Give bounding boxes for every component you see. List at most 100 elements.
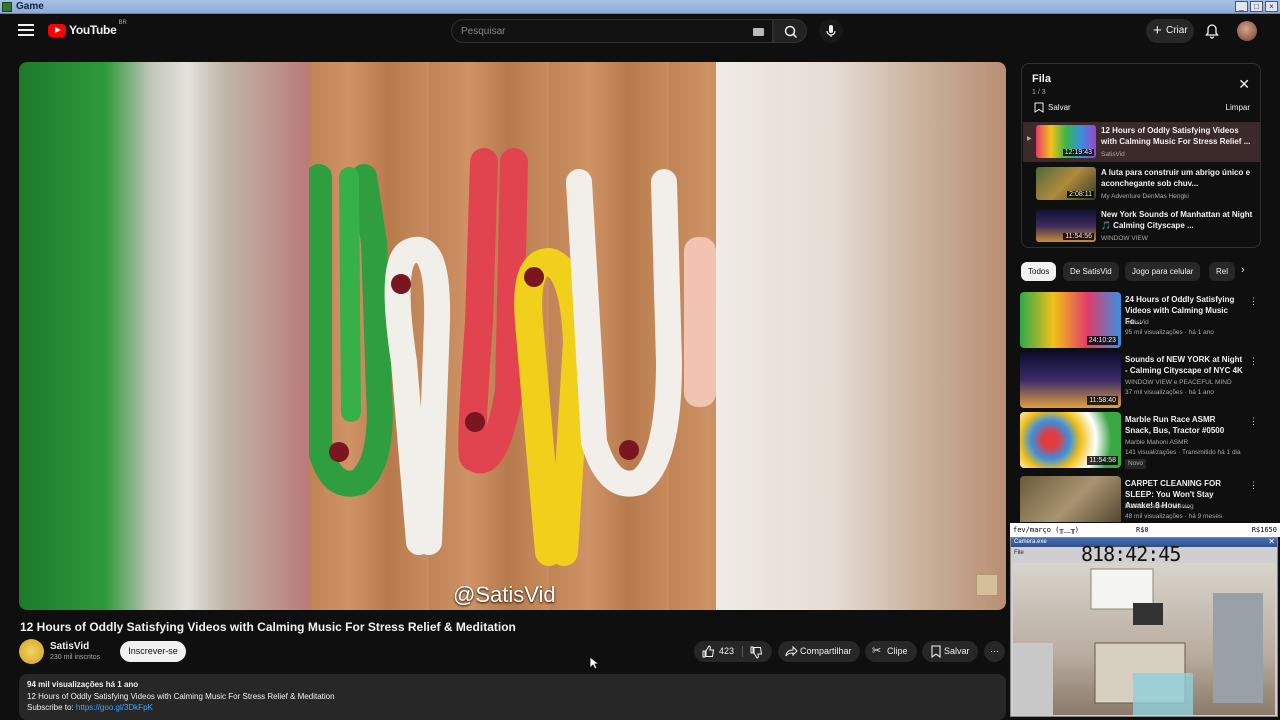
new-badge: Novo (1125, 459, 1147, 469)
voice-search-button[interactable] (819, 19, 843, 43)
recommendation-channel: SatisVid (1125, 319, 1149, 326)
clip-button[interactable]: ✂ Clipe (865, 641, 917, 662)
queue-thumbnail: 2:08:11 (1036, 167, 1096, 200)
chip-from-channel[interactable]: De SatisVid (1063, 262, 1119, 281)
queue-item-channel: SatisVid (1101, 151, 1125, 158)
recommendation-channel: WINDOW VIEW e PEACEFUL MIND (1125, 379, 1232, 386)
queue-save-button[interactable]: Salvar (1034, 102, 1071, 113)
recommendation-item[interactable]: 11:58:40 Sounds of NEW YORK at Night - C… (1020, 352, 1260, 410)
recommendation-meta: Master Carpet Cleaning 48 mil visualizaçõ… (1125, 502, 1247, 522)
notifications-bell-icon[interactable] (1203, 22, 1221, 40)
recommendation-duration: 11:58:40 (1087, 396, 1118, 405)
now-playing-icon: ▶ (1027, 136, 1032, 142)
subscribe-link[interactable]: https://goo.gl/3DkFpK (76, 703, 153, 712)
youtube-logo[interactable]: YouTube BR (48, 20, 127, 37)
subscribe-link-line: Subscribe to: https://goo.gl/3DkFpK (27, 702, 998, 714)
queue-panel: Fila 1 / 3 ✕ Salvar Limpar ▶ 12:19:43 12… (1021, 63, 1261, 248)
plus-icon: + (1153, 22, 1162, 39)
save-button[interactable]: Salvar (922, 641, 978, 662)
close-queue-icon[interactable]: ✕ (1238, 76, 1250, 93)
overlay-goal-target: R$1650 (1251, 526, 1277, 534)
camera-window[interactable]: Camera.exe ✕ File 818:42:45 (1010, 537, 1278, 717)
camera-file-menu[interactable]: File (1014, 550, 1024, 556)
minimize-button[interactable]: _ (1235, 1, 1248, 12)
video-watermark: @SatisVid (453, 582, 556, 607)
queue-thumbnail: 11:54:56 (1036, 209, 1096, 242)
dislike-icon[interactable] (750, 646, 763, 659)
clay-tubes-image (306, 148, 716, 566)
video-frame (306, 62, 716, 610)
share-icon (785, 645, 798, 657)
recommendation-item[interactable]: CARPET CLEANING FOR SLEEP: You Won't Sta… (1020, 476, 1260, 522)
search-input[interactable]: Pesquisar (451, 19, 773, 43)
microphone-icon (826, 25, 836, 37)
recommendation-meta: WINDOW VIEW e PEACEFUL MIND 37 mil visual… (1125, 378, 1247, 398)
recommendation-stats: 48 mil visualizações · há 9 meses (1125, 513, 1223, 520)
close-window-button[interactable]: × (1265, 1, 1278, 12)
recommendation-item[interactable]: 24:10:23 24 Hours of Oddly Satisfying Vi… (1020, 292, 1260, 350)
blurred-background-left (19, 62, 309, 610)
keyboard-icon[interactable] (753, 28, 764, 36)
chip-mobile-game[interactable]: Jogo para celular (1125, 262, 1201, 281)
overlay-goal-label: fev/março (╥﹏╥) (1013, 526, 1080, 534)
more-options-icon[interactable]: ⋮ (1249, 356, 1258, 367)
branding-icon[interactable] (976, 574, 998, 596)
more-actions-icon[interactable]: ⋯ (984, 641, 1005, 662)
queue-item[interactable]: 2:08:11 A luta para construir um abrigo … (1023, 164, 1260, 204)
queue-item-title: New York Sounds of Manhattan at Night 🎵 … (1101, 210, 1253, 230)
queue-item-channel: My Adventure DenMas Hengki (1101, 193, 1189, 200)
recommendation-item[interactable]: 11:54:58 Marble Run Race ASMR Snack, Bus… (1020, 412, 1260, 470)
queue-item[interactable]: 11:54:56 New York Sounds of Manhattan at… (1023, 206, 1260, 246)
bookmark-icon (1034, 102, 1044, 113)
user-avatar[interactable] (1237, 21, 1257, 41)
subscribe-button[interactable]: Inscrever-se (120, 641, 186, 662)
video-player[interactable]: @SatisVid (19, 62, 1006, 610)
recommendation-stats: 95 mil visualizações · há 1 ano (1125, 329, 1214, 336)
queue-item-channel: WINDOW VIEW (1101, 235, 1148, 242)
search-button[interactable] (773, 19, 807, 43)
recommendation-meta: SatisVid 95 mil visualizações · há 1 ano (1125, 318, 1247, 338)
more-options-icon[interactable]: ⋮ (1249, 416, 1258, 427)
share-button[interactable]: Compartilhar (778, 641, 860, 662)
recommendation-meta: Marble Mahoni ASMR 141 visualizações · Tr… (1125, 438, 1247, 469)
description-box[interactable]: 94 mil visualizações há 1 ano 12 Hours o… (19, 674, 1006, 720)
subscriber-count: 230 mil inscritos (50, 654, 101, 661)
search-placeholder: Pesquisar (461, 26, 506, 37)
queue-item-title: A luta para construir um abrigo único e … (1101, 168, 1251, 188)
recommendation-thumbnail (1020, 476, 1121, 522)
queue-clear-button[interactable]: Limpar (1226, 103, 1250, 112)
recommendation-stats: 37 mil visualizações · há 1 ano (1125, 389, 1214, 396)
channel-name[interactable]: SatisVid (50, 641, 89, 652)
recommendation-thumbnail: 11:58:40 (1020, 352, 1121, 408)
window-title: Game (16, 1, 44, 12)
menu-icon[interactable] (18, 24, 34, 38)
recommendation-thumbnail: 24:10:23 (1020, 292, 1121, 348)
subscribe-prefix: Subscribe to: (27, 703, 76, 712)
queue-duration: 2:08:11 (1067, 191, 1094, 198)
camera-close-icon[interactable]: ✕ (1268, 537, 1275, 546)
recommendation-stats: 141 visualizações · Transmitido há 1 dia (1125, 449, 1241, 456)
queue-count: 1 / 3 (1032, 89, 1046, 96)
description-text: 12 Hours of Oddly Satisfying Videos with… (27, 691, 335, 701)
channel-avatar[interactable] (19, 639, 44, 664)
like-count: 423 (719, 646, 735, 656)
window-titlebar: Game _ □ × (0, 0, 1280, 14)
chip-related[interactable]: Rel (1209, 262, 1235, 281)
recommendation-duration: 11:54:58 (1087, 456, 1118, 465)
queue-save-label: Salvar (1048, 103, 1071, 112)
recommendation-title: Sounds of NEW YORK at Night - Calming Ci… (1125, 355, 1243, 375)
more-options-icon[interactable]: ⋮ (1249, 296, 1258, 307)
chevron-right-icon[interactable]: › (1241, 264, 1245, 276)
chip-all[interactable]: Todos (1021, 262, 1057, 281)
more-options-icon[interactable]: ⋮ (1249, 480, 1258, 491)
maximize-button[interactable]: □ (1250, 1, 1263, 12)
share-label: Compartilhar (800, 646, 852, 656)
window-controls: _ □ × (1235, 1, 1278, 12)
create-button[interactable]: + Criar (1146, 19, 1194, 43)
create-label: Criar (1166, 25, 1188, 36)
queue-item[interactable]: ▶ 12:19:43 12 Hours of Oddly Satisfying … (1023, 122, 1260, 162)
save-label: Salvar (944, 646, 970, 656)
mouse-cursor-icon (589, 656, 599, 670)
like-icon[interactable] (702, 645, 715, 658)
country-code: BR (118, 20, 127, 26)
